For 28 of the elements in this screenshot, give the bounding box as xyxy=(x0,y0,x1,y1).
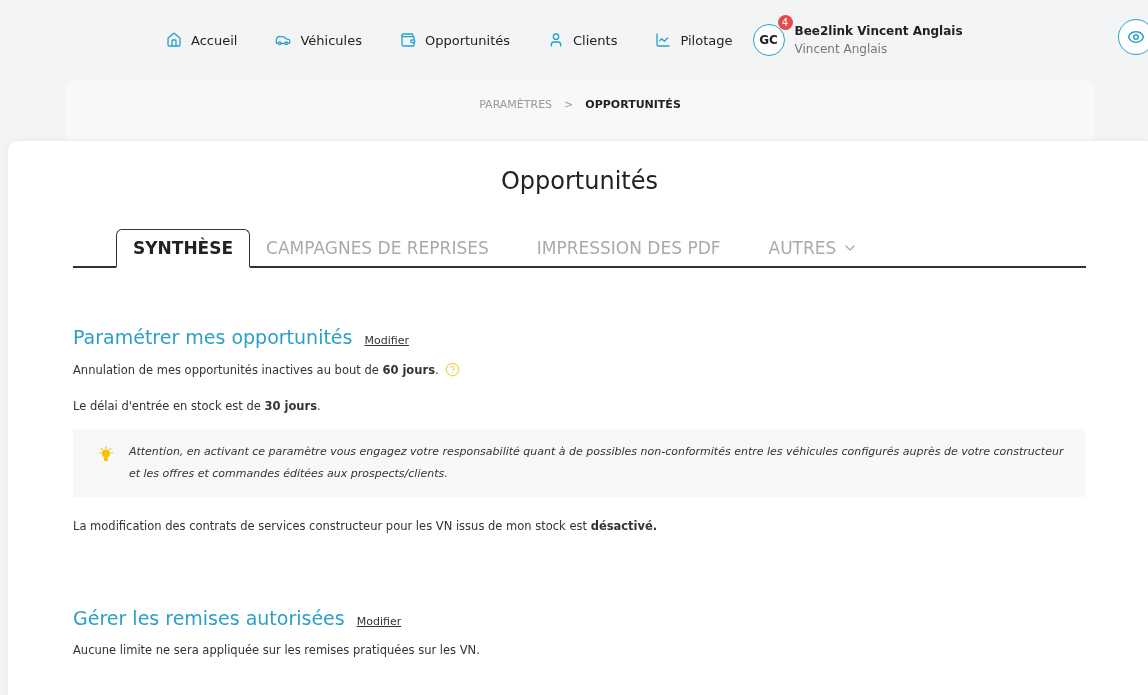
section-title: Paramétrer mes opportunités xyxy=(73,326,353,348)
notice-text: Attention, en activant ce paramètre vous engagez votre responsabilité quant à de possibles non-conformités entre les véhicules configurés auprès de votre constructeur et les offres et commandes éditées aux prospects/clients. xyxy=(128,444,1065,482)
nav-link[interactable]: Pilotage xyxy=(655,32,733,48)
view-button[interactable] xyxy=(1118,19,1148,55)
user-subtitle: Vincent Anglais xyxy=(794,42,889,56)
home-icon xyxy=(166,32,182,48)
nav-link[interactable]: Accueil xyxy=(166,32,238,48)
eye-icon xyxy=(1127,28,1145,46)
line-chart-icon xyxy=(655,32,672,48)
tab[interactable]: SYNTHÈSE xyxy=(116,229,251,268)
help-icon[interactable] xyxy=(444,362,460,377)
page-title: Opportunités xyxy=(499,167,660,195)
avatar[interactable]: GC xyxy=(752,24,785,56)
user-name: Bee2link Vincent Anglais xyxy=(794,24,963,38)
nav-link[interactable]: Clients xyxy=(548,32,618,48)
nav-link[interactable]: Véhicules xyxy=(275,32,362,48)
breadcrumb-separator: > xyxy=(564,98,574,113)
nav-link[interactable]: Opportunités xyxy=(399,32,511,48)
notification-badge: 4 xyxy=(777,15,793,30)
paragraph: Aucune limite ne sera appliquée sur les remises pratiquées sur les VN. xyxy=(73,643,480,657)
wallet-icon xyxy=(399,32,416,48)
section-title: Gérer les remises autorisées xyxy=(73,607,345,629)
paragraph: Annulation de mes opportunités inactives au bout de 60 jours. xyxy=(73,362,439,377)
paragraph: La modification des contrats de services constructeur pour les VN issus de mon stock est désactivé. xyxy=(73,519,658,533)
breadcrumb-item[interactable]: OPPORTUNITÉS xyxy=(585,98,681,141)
modify-link[interactable]: Modifier xyxy=(364,334,409,347)
paragraph: Le délai d'entrée en stock est de 30 jours. xyxy=(73,399,321,413)
modify-link[interactable]: Modifier xyxy=(356,615,402,628)
